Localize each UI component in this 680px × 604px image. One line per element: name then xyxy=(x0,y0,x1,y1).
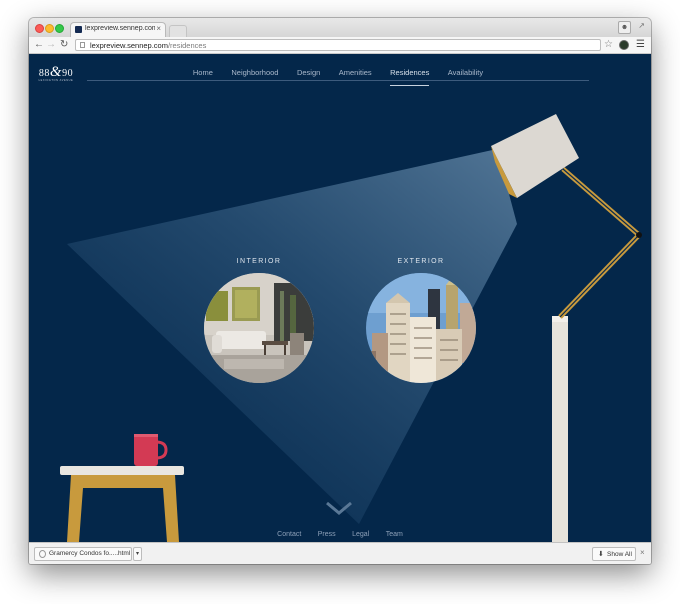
mug-body xyxy=(134,434,158,466)
interior-label: INTERIOR xyxy=(236,258,282,265)
download-menu-chevron-icon[interactable]: ▾ xyxy=(133,547,142,561)
exterior-label: EXTERIOR xyxy=(397,258,445,265)
url-text[interactable]: lexpreview.sennep.com/residences xyxy=(90,40,206,51)
footer-link-legal[interactable]: Legal xyxy=(352,531,369,538)
extension-icon[interactable] xyxy=(619,40,629,50)
main-navigation: Home Neighborhood Design Amenities Resid… xyxy=(87,54,589,86)
window-close-button[interactable] xyxy=(35,24,44,33)
downloads-bar: Gramercy Condos fo.....html ▾ ⬇ Show All… xyxy=(29,542,651,564)
bookmark-star-icon[interactable]: ☆ xyxy=(604,38,613,52)
exterior-photo xyxy=(366,273,476,383)
lamp-pole xyxy=(552,319,568,542)
page-icon xyxy=(80,42,85,48)
title-bar: lexpreview.sennep.com/re × ☻ ↗ xyxy=(29,18,651,37)
back-arrow-icon[interactable]: ← xyxy=(34,38,44,52)
interior-image-button[interactable] xyxy=(204,273,314,383)
window-maximize-button[interactable] xyxy=(55,24,64,33)
lamp-arm-upper-inner xyxy=(562,168,640,236)
browser-window: lexpreview.sennep.com/re × ☻ ↗ ← → ↻ lex… xyxy=(29,18,651,564)
side-table-top xyxy=(60,466,184,475)
window-minimize-button[interactable] xyxy=(45,24,54,33)
show-all-button[interactable]: ⬇ Show All xyxy=(592,547,636,561)
new-tab-button[interactable] xyxy=(169,25,187,37)
lamp-joint xyxy=(636,232,642,238)
nav-item-design[interactable]: Design xyxy=(297,68,320,77)
tab-title: lexpreview.sennep.com/re xyxy=(85,25,155,32)
mug-rim xyxy=(134,434,158,437)
hamburger-menu-icon[interactable]: ☰ xyxy=(636,37,645,52)
nav-item-neighborhood[interactable]: Neighborhood xyxy=(231,68,278,77)
nav-item-home[interactable]: Home xyxy=(193,68,213,77)
download-file-name: Gramercy Condos fo.....html xyxy=(49,550,131,557)
page-viewport: 88&90 LEXINGTON AVENUE Home Neighborhood… xyxy=(29,54,651,542)
footer-link-contact[interactable]: Contact xyxy=(277,531,301,538)
profile-icon[interactable]: ☻ xyxy=(618,21,631,34)
scene-illustration xyxy=(60,114,642,542)
interior-photo xyxy=(204,273,314,383)
tab-close-icon[interactable]: × xyxy=(156,24,161,33)
site-favicon-icon xyxy=(75,26,82,33)
download-arrow-icon: ⬇ xyxy=(598,551,604,558)
footer-link-press[interactable]: Press xyxy=(318,531,336,538)
footer-navigation: Contact Press Legal Team xyxy=(29,523,651,541)
show-all-label: Show All xyxy=(607,551,632,558)
nav-item-amenities[interactable]: Amenities xyxy=(339,68,372,77)
exterior-image-button[interactable] xyxy=(366,273,476,383)
site-logo[interactable]: 88&90 LEXINGTON AVENUE xyxy=(38,64,74,90)
reload-icon[interactable]: ↻ xyxy=(60,38,68,52)
nav-item-availability[interactable]: Availability xyxy=(448,68,483,77)
scroll-down-chevron-icon[interactable] xyxy=(325,501,353,515)
download-item[interactable]: Gramercy Condos fo.....html xyxy=(34,547,132,561)
browser-toolbar: ← → ↻ lexpreview.sennep.com/residences ☆… xyxy=(29,37,651,54)
browser-tab[interactable]: lexpreview.sennep.com/re × xyxy=(70,22,166,37)
footer-link-team[interactable]: Team xyxy=(386,531,403,538)
lamp-arm-lower-inner xyxy=(559,234,640,318)
address-bar[interactable]: lexpreview.sennep.com/residences xyxy=(75,39,601,51)
download-file-icon xyxy=(39,550,46,558)
downloads-close-icon[interactable]: × xyxy=(640,548,645,557)
forward-arrow-icon[interactable]: → xyxy=(46,38,56,52)
fullscreen-icon[interactable]: ↗ xyxy=(638,21,645,30)
nav-item-residences[interactable]: Residences xyxy=(390,68,430,86)
